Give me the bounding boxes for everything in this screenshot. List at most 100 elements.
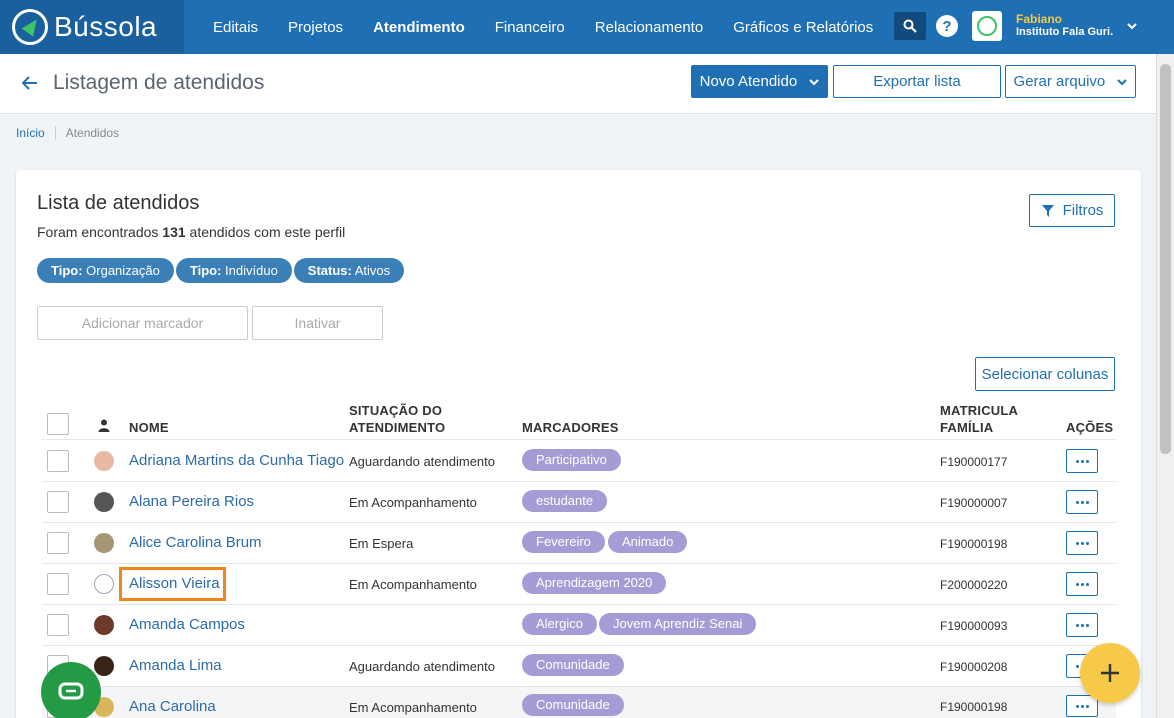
search-button[interactable] (894, 12, 926, 40)
avatar (94, 574, 114, 594)
attended-matricula: F200000220 (940, 578, 1008, 592)
chevron-down-icon (1117, 79, 1128, 86)
header-divider (42, 439, 1116, 440)
highlight-box (119, 567, 226, 601)
plus-icon (1101, 664, 1119, 682)
breadcrumb-current: Atendidos (65, 126, 120, 140)
attended-name-link[interactable]: Alice Carolina Brum (129, 534, 262, 551)
nav-right: ? Fabiano Instituto Fala Guri. (894, 11, 1137, 41)
filter-chip[interactable]: Tipo: Indivíduo (175, 258, 292, 283)
filter-chip[interactable]: Status: Ativos (293, 258, 405, 283)
nav-item-atendimento[interactable]: Atendimento (358, 19, 480, 36)
col-header-situation-line2: ATENDIMENTO (349, 420, 446, 435)
vertical-scrollbar[interactable] (1156, 54, 1174, 718)
brand-logo[interactable]: Bússola (0, 0, 184, 54)
add-marker-button[interactable]: Adicionar marcador (37, 306, 248, 340)
marker-tag: Comunidade (522, 654, 624, 676)
more-icon (1075, 459, 1089, 463)
help-icon[interactable]: ? (936, 15, 958, 37)
nav-item-relacionamento[interactable]: Relacionamento (580, 19, 718, 36)
row-checkbox[interactable] (47, 491, 69, 513)
nav-item-editais[interactable]: Editais (198, 19, 273, 36)
more-icon (1075, 623, 1089, 627)
person-icon (98, 419, 110, 432)
row-divider (42, 563, 1116, 564)
chip-key: Status: (307, 263, 352, 278)
more-icon (1075, 541, 1089, 545)
row-checkbox[interactable] (47, 573, 69, 595)
results-count: 131 (162, 224, 186, 240)
filters-button[interactable]: Filtros (1029, 194, 1115, 227)
chip-key: Tipo: (189, 263, 222, 278)
org-logo[interactable] (972, 11, 1002, 41)
attended-situation: Em Acompanhamento (349, 700, 477, 715)
filter-chip[interactable]: Tipo: Organização (37, 258, 174, 283)
attended-situation: Aguardando atendimento (349, 659, 496, 674)
compass-icon (12, 9, 48, 45)
chip-value: Organização (86, 263, 160, 278)
user-menu[interactable]: Fabiano Instituto Fala Guri. (1016, 13, 1113, 39)
avatar (94, 615, 114, 635)
attended-name-link[interactable]: Amanda Campos (129, 616, 245, 633)
export-list-button[interactable]: Exportar lista (833, 65, 1001, 98)
nav-item-projetos[interactable]: Projetos (273, 19, 358, 36)
chip-value: Ativos (354, 263, 391, 278)
nav-item-financeiro[interactable]: Financeiro (480, 19, 580, 36)
new-attended-button[interactable]: Novo Atendido (691, 65, 828, 98)
chevron-down-icon[interactable] (1127, 22, 1137, 30)
row-actions-button[interactable] (1066, 572, 1098, 596)
col-header-situation-line1: SITUAÇÃO DO (349, 403, 443, 418)
back-arrow-icon[interactable] (22, 76, 38, 90)
row-checkbox[interactable] (47, 532, 69, 554)
chat-icon (58, 682, 84, 700)
row-actions-button[interactable] (1066, 613, 1098, 637)
row-checkbox[interactable] (47, 614, 69, 636)
col-header-markers[interactable]: MARCADORES (522, 419, 619, 436)
page-header: Listagem de atendidos Novo Atendido Expo… (0, 54, 1156, 114)
row-actions-button[interactable] (1066, 449, 1098, 473)
add-fab-button[interactable] (1080, 643, 1140, 703)
attended-matricula: F190000007 (940, 496, 1008, 510)
marker-tag: estudante (522, 490, 608, 512)
results-prefix: Foram encontrados (37, 224, 159, 240)
chat-button[interactable] (41, 662, 101, 718)
top-navbar: Bússola Editais Projetos Atendimento Fin… (0, 0, 1174, 54)
more-icon (1075, 500, 1089, 504)
avatar (94, 451, 114, 471)
col-header-name[interactable]: NOME (129, 419, 169, 436)
select-all-checkbox[interactable] (47, 413, 69, 435)
row-checkbox[interactable] (47, 450, 69, 472)
marker-tag: Comunidade (522, 694, 624, 716)
main-nav: Editais Projetos Atendimento Financeiro … (198, 19, 888, 36)
results-suffix: atendidos com este perfil (189, 224, 346, 240)
row-actions-button[interactable] (1066, 490, 1098, 514)
marker-tag: Alergico (522, 613, 597, 635)
attended-matricula: F190000198 (940, 700, 1008, 714)
breadcrumb-home[interactable]: Início (16, 126, 56, 140)
col-header-matricula[interactable]: MATRICULA FAMÍLIA (940, 402, 1018, 436)
attended-name-link[interactable]: Amanda Lima (129, 657, 222, 674)
col-header-situation[interactable]: SITUAÇÃO DO ATENDIMENTO (349, 402, 445, 436)
generate-file-button[interactable]: Gerar arquivo (1005, 65, 1136, 98)
attended-list-card: Lista de atendidos Foram encontrados 131… (16, 170, 1141, 718)
row-actions-button[interactable] (1066, 531, 1098, 555)
attended-name-link[interactable]: Ana Carolina (129, 698, 216, 715)
col-header-actions: AÇÕES (1066, 420, 1114, 435)
scrollbar-thumb[interactable] (1160, 64, 1171, 454)
nav-item-graficos[interactable]: Gráficos e Relatórios (718, 19, 888, 36)
attended-name-link[interactable]: Adriana Martins da Cunha Tiago (129, 452, 344, 469)
marker-tag: Jovem Aprendiz Senai (599, 613, 757, 635)
marker-tag: Animado (608, 531, 688, 553)
chevron-down-icon (809, 79, 820, 86)
brand-name: Bússola (54, 11, 158, 42)
attended-situation: Em Acompanhamento (349, 495, 477, 510)
new-attended-label: Novo Atendido (699, 73, 798, 90)
select-columns-button[interactable]: Selecionar colunas (975, 357, 1115, 391)
avatar (94, 656, 114, 676)
row-divider (42, 481, 1116, 482)
deactivate-button[interactable]: Inativar (252, 306, 383, 340)
marker-tag: Participativo (522, 449, 621, 471)
attended-name-link[interactable]: Alana Pereira Rios (129, 493, 254, 510)
breadcrumb: Início Atendidos (16, 126, 119, 140)
attended-matricula: F190000208 (940, 660, 1008, 674)
